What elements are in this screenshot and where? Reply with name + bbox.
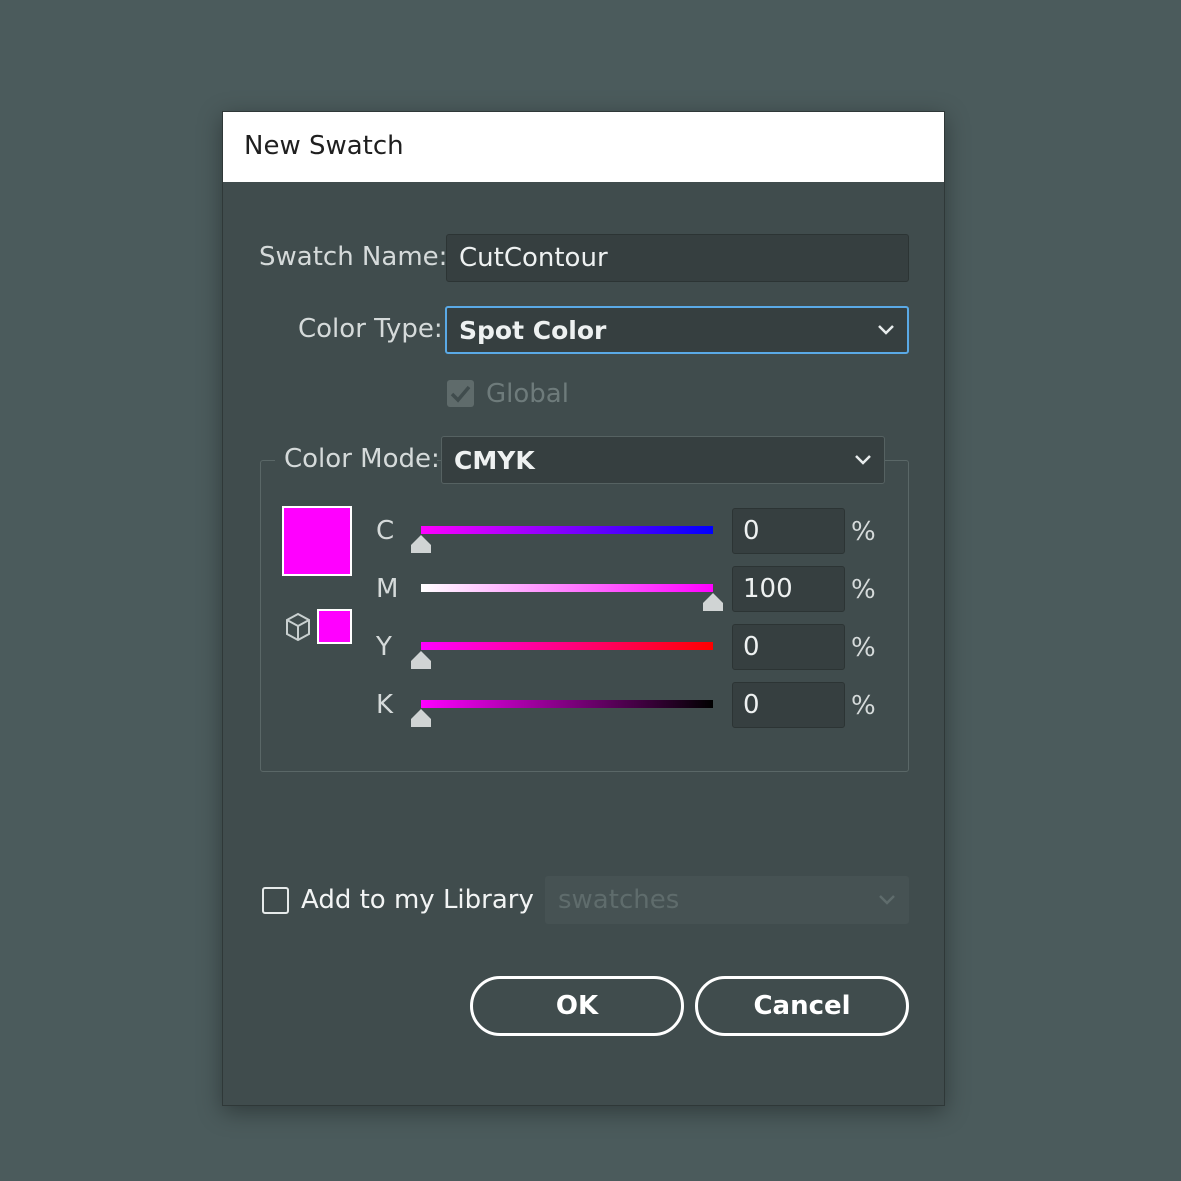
yellow-value-input[interactable]: 0 <box>732 624 845 670</box>
color-mode-value: CMYK <box>454 445 535 475</box>
ok-button[interactable]: OK <box>470 976 684 1036</box>
library-select-value: swatches <box>558 885 680 915</box>
slider-thumb-icon[interactable] <box>410 534 432 554</box>
black-slider-track[interactable] <box>421 700 713 708</box>
channel-letter: M <box>376 574 399 604</box>
black-value: 0 <box>743 690 760 720</box>
black-value-input[interactable]: 0 <box>732 682 845 728</box>
add-to-library-checkbox[interactable] <box>262 887 289 914</box>
cyan-value-input[interactable]: 0 <box>732 508 845 554</box>
slider-thumb-icon[interactable] <box>410 708 432 728</box>
channel-letter: Y <box>376 632 392 662</box>
percent-label: % <box>851 575 876 605</box>
slider-thumb-icon[interactable] <box>702 592 724 612</box>
yellow-slider-track[interactable] <box>421 642 713 650</box>
global-checkbox[interactable] <box>447 380 474 407</box>
color-mode-label: Color Mode: <box>284 444 440 474</box>
percent-label: % <box>851 633 876 663</box>
chevron-down-icon <box>855 455 871 465</box>
magenta-value-input[interactable]: 100 <box>732 566 845 612</box>
chevron-down-icon <box>879 895 895 905</box>
swatch-name-input[interactable]: CutContour <box>446 234 909 282</box>
channel-letter: K <box>376 690 394 720</box>
checkmark-icon <box>450 385 471 403</box>
new-swatch-dialog: New Swatch Swatch Name: CutContour Color… <box>222 111 945 1106</box>
color-mode-select[interactable]: CMYK <box>441 436 885 484</box>
color-preview-swatch <box>282 506 352 576</box>
channel-letter: C <box>376 516 395 546</box>
magenta-value: 100 <box>743 574 793 604</box>
color-type-value: Spot Color <box>459 315 607 345</box>
swatch-name-value: CutContour <box>459 243 608 273</box>
color-type-label: Color Type: <box>298 314 443 344</box>
percent-label: % <box>851 691 876 721</box>
gamut-swatch[interactable] <box>317 609 352 644</box>
color-type-select[interactable]: Spot Color <box>445 306 909 354</box>
slider-thumb-icon[interactable] <box>410 650 432 670</box>
swatch-name-label: Swatch Name: <box>259 242 448 272</box>
cyan-slider-track[interactable] <box>421 526 713 534</box>
add-to-library-label: Add to my Library <box>301 885 534 915</box>
percent-label: % <box>851 517 876 547</box>
out-of-gamut-cube-icon[interactable] <box>284 612 312 642</box>
magenta-slider-track[interactable] <box>421 584 713 592</box>
yellow-value: 0 <box>743 632 760 662</box>
global-label: Global <box>486 379 569 409</box>
dialog-titlebar[interactable]: New Swatch <box>223 112 944 182</box>
cyan-value: 0 <box>743 516 760 546</box>
cancel-button[interactable]: Cancel <box>695 976 909 1036</box>
chevron-down-icon <box>878 325 894 335</box>
dialog-title: New Swatch <box>244 131 404 161</box>
library-select[interactable]: swatches <box>545 876 909 924</box>
